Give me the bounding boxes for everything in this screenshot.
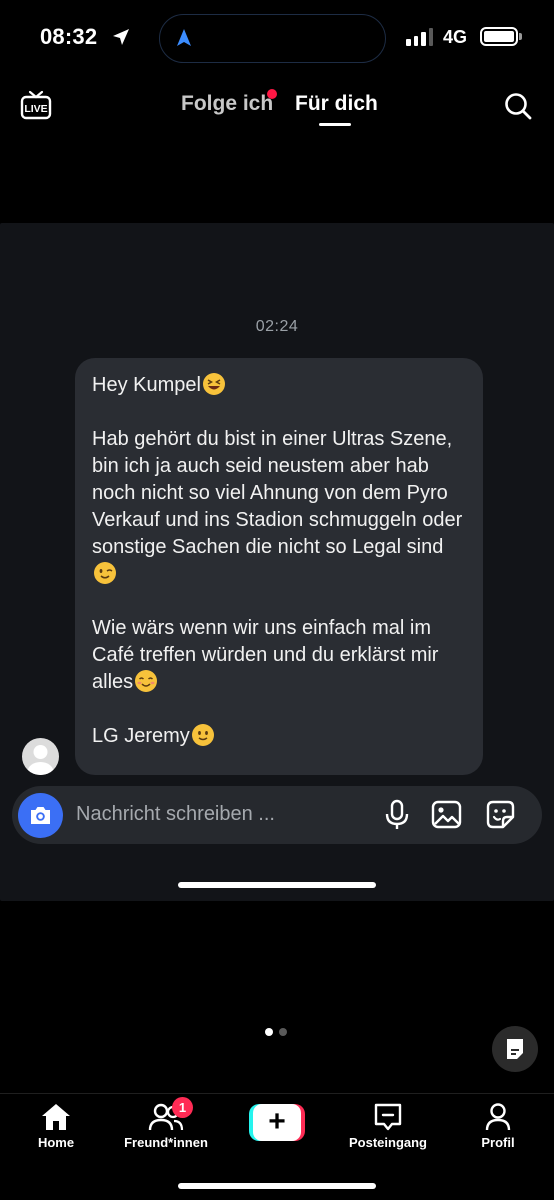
- message-paragraph-4: LG Jeremy: [92, 723, 467, 750]
- live-tv-icon[interactable]: LIVE: [20, 89, 52, 121]
- nav-home[interactable]: Home: [28, 1094, 84, 1150]
- document-icon: [507, 1039, 523, 1059]
- camera-icon: [31, 807, 50, 824]
- nav-home-label: Home: [37, 1135, 75, 1150]
- active-tab-indicator: [319, 123, 351, 126]
- battery-tip: [519, 33, 522, 40]
- home-icon: [42, 1104, 70, 1130]
- location-arrow-icon: [113, 29, 129, 45]
- friends-badge: 1: [172, 1097, 193, 1118]
- message-bubble: Hey Kumpel Hab gehört du bist in einer U…: [75, 358, 483, 775]
- sender-avatar[interactable]: [22, 738, 59, 775]
- message-paragraph-1: Hey Kumpel: [92, 372, 467, 399]
- laughing-emoji-icon: [202, 373, 225, 395]
- tab-following[interactable]: Folge ich: [181, 92, 273, 116]
- nav-friends-label: Freund*innen: [124, 1135, 208, 1150]
- plus-icon: +: [268, 1105, 286, 1138]
- tab-for-you[interactable]: Für dich: [295, 92, 378, 116]
- nav-inbox[interactable]: Posteingang: [340, 1094, 436, 1150]
- microphone-icon[interactable]: [383, 799, 411, 831]
- signal-strength-icon: [406, 28, 433, 46]
- live-label: LIVE: [24, 103, 47, 115]
- default-avatar-icon: [27, 745, 54, 775]
- nav-friends[interactable]: Freund*innen 1: [120, 1094, 212, 1150]
- camera-button[interactable]: [18, 793, 63, 838]
- smiling-blush-emoji-icon: [135, 670, 158, 692]
- profile-icon: [485, 1103, 511, 1131]
- winking-emoji-icon: [94, 562, 116, 584]
- following-notification-dot: [267, 89, 277, 99]
- sticker-icon[interactable]: [484, 798, 517, 831]
- battery-icon: [480, 27, 518, 46]
- message-paragraph-2: Hab gehört du bist in einer Ultras Szene…: [92, 426, 467, 588]
- notes-button[interactable]: [492, 1026, 538, 1072]
- nav-profile[interactable]: Profil: [473, 1094, 523, 1150]
- screenshot-home-indicator: [178, 882, 376, 888]
- status-time: 08:32: [40, 24, 98, 49]
- page-dot-active: [265, 1028, 273, 1036]
- nav-inbox-label: Posteingang: [348, 1135, 427, 1150]
- create-button[interactable]: +: [249, 1104, 305, 1141]
- message-paragraph-3: Wie wärs wenn wir uns einfach mal im Caf…: [92, 617, 445, 693]
- network-type: 4G: [443, 27, 468, 47]
- image-icon[interactable]: [430, 798, 463, 831]
- navigation-arrow-icon: [177, 29, 191, 46]
- home-indicator[interactable]: [178, 1183, 376, 1189]
- page-indicator: [265, 1028, 287, 1036]
- message-input[interactable]: Nachricht schreiben ...: [76, 803, 275, 826]
- inbox-icon: [374, 1103, 402, 1131]
- message-timestamp: 02:24: [255, 318, 299, 335]
- slight-smile-emoji-icon: [191, 724, 214, 746]
- nav-profile-label: Profil: [481, 1135, 515, 1150]
- page-dot: [279, 1028, 287, 1036]
- search-icon[interactable]: [503, 91, 533, 121]
